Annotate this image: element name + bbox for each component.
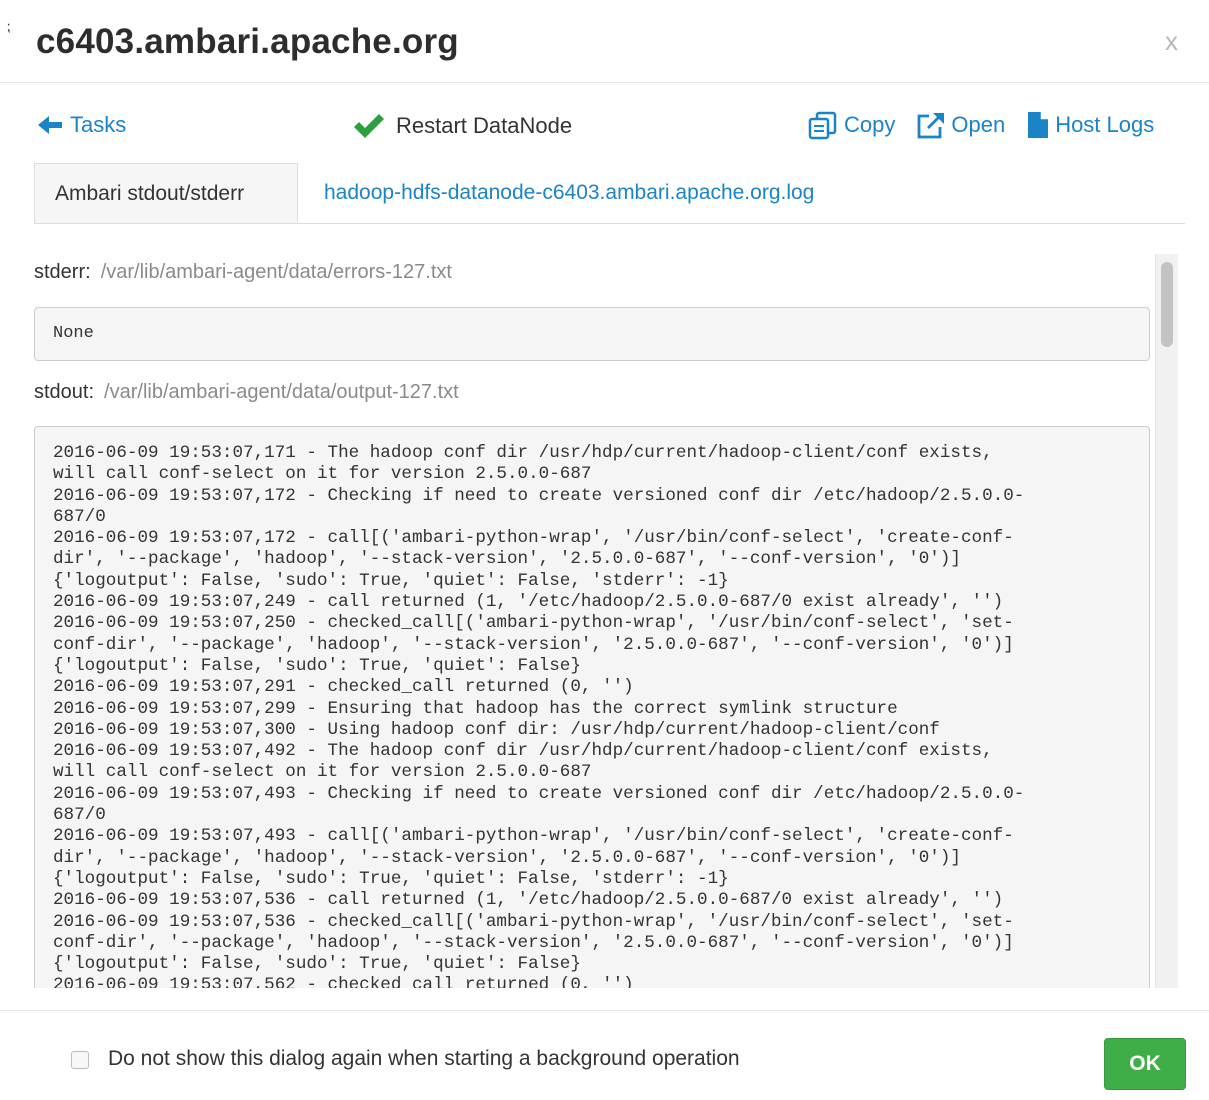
stderr-path: /var/lib/ambari-agent/data/errors-127.tx… <box>100 261 452 283</box>
copy-icon <box>808 111 837 140</box>
scrollbar-thumb[interactable] <box>1161 262 1173 347</box>
log-line: 687/0 <box>53 506 106 527</box>
arrow-left-icon <box>38 116 62 134</box>
do-not-show-checkbox[interactable] <box>71 1051 89 1069</box>
log-line: 2016-06-09 19:53:07,536 - call returned … <box>53 890 1004 911</box>
log-line: conf-dir', '--package', 'hadoop', '--sta… <box>53 634 1014 655</box>
log-line: 2016-06-09 19:53:07,172 - call[('ambari-… <box>53 528 1014 549</box>
log-line: 2016-06-09 19:53:07,172 - Checking if ne… <box>53 485 1025 506</box>
stdout-output: 2016-06-09 19:53:07,171 - The hadoop con… <box>34 426 1150 988</box>
open-button[interactable]: Open <box>915 110 1005 140</box>
log-line: {'logoutput': False, 'sudo': True, 'quie… <box>53 868 729 889</box>
task-actions: Copy Open Host Logs <box>806 110 1174 140</box>
log-line: 2016-06-09 19:53:07,171 - The hadoop con… <box>53 443 993 463</box>
log-line: 2016-06-09 19:53:07,291 - checked_call r… <box>53 677 634 698</box>
stderr-label: stderr: <box>34 261 91 283</box>
copy-label: Copy <box>844 112 896 137</box>
file-icon <box>1028 112 1049 138</box>
log-line: 2016-06-09 19:53:07,562 - checked_call r… <box>53 975 634 988</box>
tab-ambari-stdout-stderr[interactable]: Ambari stdout/stderr <box>34 163 298 223</box>
log-line: 2016-06-09 19:53:07,493 - Checking if ne… <box>53 783 1025 804</box>
log-line: dir', '--package', 'hadoop', '--stack-ve… <box>53 847 961 868</box>
log-line: dir', '--package', 'hadoop', '--stack-ve… <box>53 549 961 570</box>
host-logs-button[interactable]: Host Logs <box>1025 110 1154 140</box>
dialog-header: c6403.ambari.apache.org x <box>0 0 1209 83</box>
external-link-icon <box>917 113 945 139</box>
stderr-output: None <box>34 307 1150 361</box>
open-label: Open <box>951 112 1006 137</box>
close-button[interactable]: x <box>1165 28 1178 54</box>
host-logs-label: Host Logs <box>1055 112 1155 137</box>
dialog-title: c6403.ambari.apache.org <box>36 22 459 61</box>
log-line: 2016-06-09 19:53:07,536 - checked_call[(… <box>53 911 1014 932</box>
stdout-header: stdout: /var/lib/ambari-agent/data/output… <box>34 381 459 404</box>
log-line: 2016-06-09 19:53:07,493 - call[('ambari-… <box>53 826 1014 847</box>
log-line: will call conf-select on it for version … <box>53 762 592 783</box>
log-line: 2016-06-09 19:53:07,300 - Using hadoop c… <box>53 719 940 740</box>
log-line: {'logoutput': False, 'sudo': True, 'quie… <box>53 954 581 975</box>
do-not-show-label: Do not show this dialog again when start… <box>108 1047 740 1070</box>
stderr-header: stderr: /var/lib/ambari-agent/data/errors… <box>34 261 452 284</box>
task-toolbar: Tasks Restart DataNode Copy Open Host Lo… <box>0 100 1209 150</box>
log-tabs: Ambari stdout/stderr hadoop-hdfs-datanod… <box>34 163 1185 224</box>
log-line: 2016-06-09 19:53:07,249 - call returned … <box>53 592 1004 613</box>
back-link-label: Tasks <box>70 112 127 137</box>
log-line: 2016-06-09 19:53:07,492 - The hadoop con… <box>53 741 993 762</box>
log-line: 687/0 <box>53 805 106 826</box>
dialog-footer: Do not show this dialog again when start… <box>0 1010 1209 1100</box>
copy-button[interactable]: Copy <box>806 110 895 140</box>
ok-button[interactable]: OK <box>1104 1038 1186 1090</box>
stdout-path: /var/lib/ambari-agent/data/output-127.tx… <box>104 381 459 403</box>
log-line: 2016-06-09 19:53:07,250 - checked_call[(… <box>53 613 1014 634</box>
stdout-label: stdout: <box>34 381 95 403</box>
back-to-tasks-link[interactable]: Tasks <box>36 112 126 138</box>
log-line: will call conf-select on it for version … <box>53 464 592 485</box>
tab-datanode-log[interactable]: hadoop-hdfs-datanode-c6403.ambari.apache… <box>304 163 834 223</box>
log-line: {'logoutput': False, 'sudo': True, 'quie… <box>53 570 729 591</box>
log-line: {'logoutput': False, 'sudo': True, 'quie… <box>53 655 581 676</box>
task-name-label: Restart DataNode <box>396 113 573 138</box>
log-line: conf-dir', '--package', 'hadoop', '--sta… <box>53 932 1014 953</box>
scrollbar[interactable] <box>1155 254 1178 988</box>
log-line: 2016-06-09 19:53:07,299 - Ensuring that … <box>53 698 898 719</box>
log-content: stderr: /var/lib/ambari-agent/data/errors… <box>0 224 1209 988</box>
checkmark-icon <box>354 114 384 138</box>
task-title: Restart DataNode <box>352 112 572 140</box>
